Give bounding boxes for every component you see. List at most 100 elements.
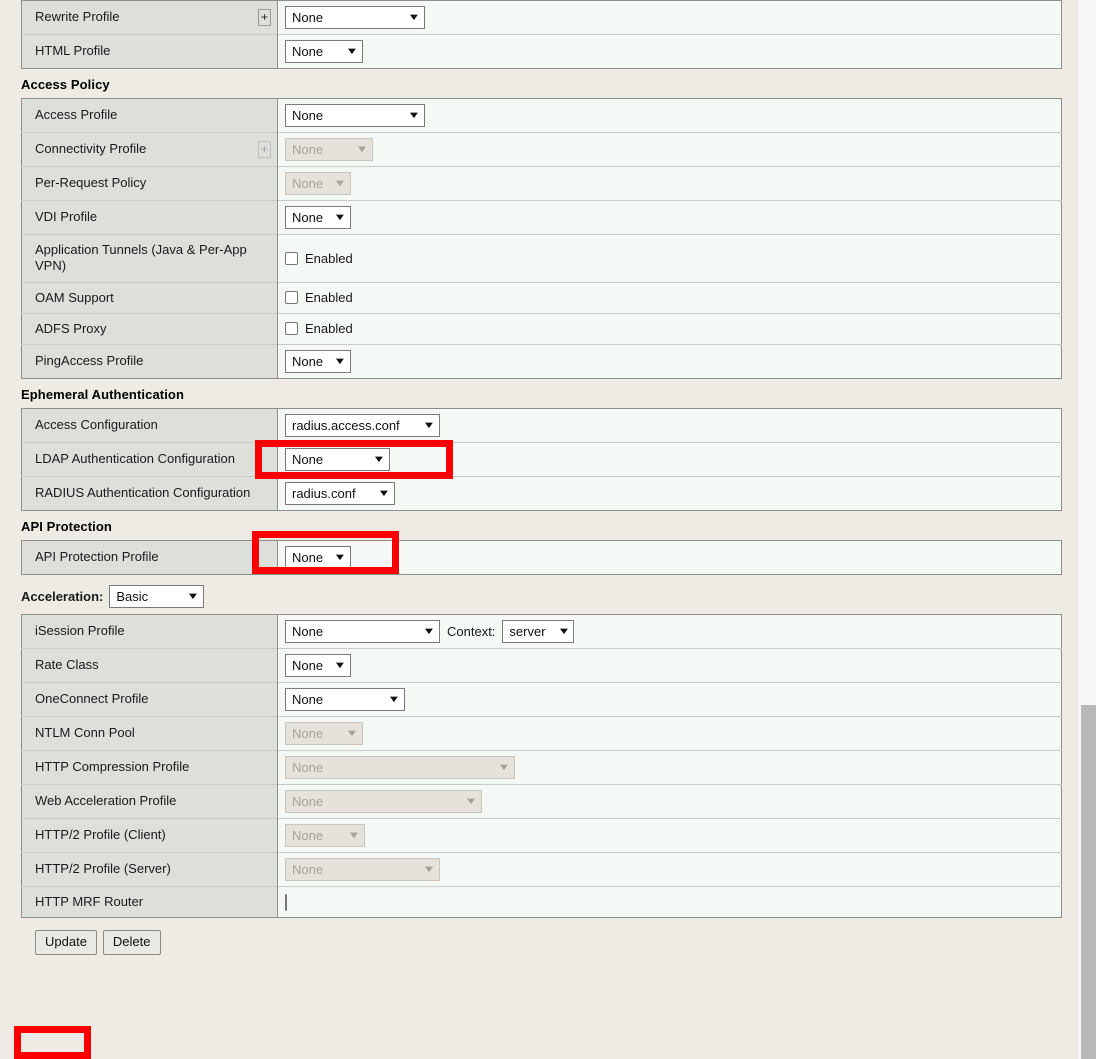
oam-support-checkbox[interactable] (285, 291, 298, 305)
http2-profile-client-select: None ▼ (285, 824, 365, 847)
left-page-gutter (0, 0, 15, 1059)
top-partial-table: Rewrite Profile + None ▼ HTML Profile No… (21, 0, 1062, 69)
adfs-proxy-checkbox[interactable] (285, 322, 298, 336)
row-label-cell: HTTP MRF Router (21, 885, 278, 918)
delete-button[interactable]: Delete (102, 930, 161, 956)
api-protection-profile-label: API Protection Profile (35, 549, 159, 565)
select-value: radius.access.conf (292, 418, 400, 433)
table-row: iSession Profile None ▼ Context: server … (21, 614, 1062, 649)
per-request-policy-select: None ▼ (285, 172, 351, 195)
row-label-cell: HTML Profile (21, 34, 278, 69)
row-label-cell: Rate Class (21, 648, 278, 683)
ldap-authentication-configuration-select[interactable]: None ▼ (285, 448, 390, 471)
row-label-cell: NTLM Conn Pool (21, 716, 278, 751)
section-title-access-policy: Access Policy (21, 77, 110, 92)
select-value: None (292, 828, 324, 843)
row-value-cell: None ▼ (277, 716, 1062, 751)
row-value-cell: None ▼ (277, 784, 1062, 819)
chevron-down-icon: ▼ (497, 761, 511, 773)
acceleration-mode-select[interactable]: Basic ▼ (109, 585, 205, 608)
chevron-down-icon: ▼ (377, 487, 391, 499)
row-value-cell: None ▼ (277, 166, 1062, 201)
row-value-cell: None ▼ (277, 344, 1062, 379)
oneconnect-profile-select[interactable]: None ▼ (285, 688, 405, 711)
select-value: None (292, 142, 324, 157)
table-row: RADIUS Authentication Configuration radi… (21, 476, 1062, 511)
row-label-cell: Per-Request Policy (21, 166, 278, 201)
chevron-down-icon: ▼ (333, 177, 347, 189)
vertical-scrollbar[interactable] (1078, 0, 1096, 1059)
select-value: None (292, 210, 324, 225)
chevron-down-icon: ▼ (345, 45, 359, 57)
row-label-cell: PingAccess Profile (21, 344, 278, 379)
row-label-cell: RADIUS Authentication Configuration (21, 476, 278, 511)
chevron-down-icon: ▼ (407, 11, 421, 23)
rate-class-select[interactable]: None ▼ (285, 654, 351, 677)
table-row: OAM Support Enabled (21, 281, 1062, 314)
radius-authentication-configuration-select[interactable]: radius.conf ▼ (285, 482, 395, 505)
connectivity-profile-label: Connectivity Profile (35, 141, 147, 157)
row-value-cell: radius.access.conf ▼ (277, 408, 1062, 443)
isession-context-select[interactable]: server ▼ (502, 620, 575, 643)
table-row: Application Tunnels (Java & Per-App VPN)… (21, 234, 1062, 282)
ntlm-conn-pool-label: NTLM Conn Pool (35, 725, 135, 741)
oam-support-enabled-label: Enabled (305, 290, 353, 306)
isession-context-label: Context: (447, 624, 496, 639)
chevron-down-icon: ▼ (345, 727, 359, 739)
table-row: Access Profile None ▼ (21, 98, 1062, 133)
pingaccess-profile-select[interactable]: None ▼ (285, 350, 351, 373)
acceleration-label: Acceleration: (21, 589, 104, 604)
rewrite-profile-select[interactable]: None ▼ (285, 6, 425, 29)
row-label-cell: Access Configuration (21, 408, 278, 443)
select-value: None (292, 108, 324, 123)
isession-profile-select[interactable]: None ▼ (285, 620, 440, 643)
rewrite-profile-add-button[interactable]: + (258, 9, 271, 26)
row-value-cell: None ▼ (277, 750, 1062, 785)
row-label-cell: VDI Profile (21, 200, 278, 235)
http-mrf-router-label: HTTP MRF Router (35, 894, 144, 909)
select-value: radius.conf (292, 486, 356, 501)
chevron-down-icon: ▼ (186, 590, 201, 602)
table-row: NTLM Conn Pool None ▼ (21, 716, 1062, 751)
table-row: LDAP Authentication Configuration None ▼ (21, 442, 1062, 477)
virtual-server-properties-page: Rewrite Profile + None ▼ HTML Profile No… (14, 0, 1078, 1059)
row-label-cell: Rewrite Profile + (21, 0, 278, 35)
rate-class-label: Rate Class (35, 657, 99, 673)
row-label-cell: Web Acceleration Profile (21, 784, 278, 819)
select-value: None (292, 794, 324, 809)
connectivity-profile-add-button[interactable]: + (258, 141, 271, 158)
chevron-down-icon: ▼ (333, 355, 347, 367)
oam-support-label: OAM Support (35, 289, 114, 305)
chevron-down-icon: ▼ (372, 453, 386, 465)
chevron-down-icon: ▼ (333, 551, 347, 563)
web-acceleration-profile-select: None ▼ (285, 790, 482, 813)
select-value: None (292, 624, 324, 639)
application-tunnels-enabled-label: Enabled (305, 250, 353, 266)
oneconnect-profile-label: OneConnect Profile (35, 691, 149, 707)
access-profile-select[interactable]: None ▼ (285, 104, 425, 127)
row-label-cell: OAM Support (21, 281, 278, 314)
select-value: None (292, 550, 324, 565)
chevron-down-icon: ▼ (355, 143, 369, 155)
api-protection-profile-select[interactable]: None ▼ (285, 546, 351, 569)
pingaccess-profile-label: PingAccess Profile (35, 353, 144, 369)
row-label-cell: LDAP Authentication Configuration (21, 442, 278, 477)
table-row: HTTP/2 Profile (Client) None ▼ (21, 818, 1062, 853)
api-protection-table: API Protection Profile None ▼ (21, 540, 1062, 575)
select-value: Basic (116, 589, 149, 604)
table-row: Rewrite Profile + None ▼ (21, 0, 1062, 35)
application-tunnels-checkbox[interactable] (285, 251, 298, 265)
row-value-cell (277, 885, 1062, 918)
access-configuration-select[interactable]: radius.access.conf ▼ (285, 414, 440, 437)
row-value-cell: None ▼ (277, 818, 1062, 853)
vdi-profile-select[interactable]: None ▼ (285, 206, 351, 229)
html-profile-select[interactable]: None ▼ (285, 40, 363, 63)
http-mrf-router-checkbox[interactable] (285, 893, 287, 911)
update-button[interactable]: Update (35, 930, 97, 956)
vertical-scrollbar-thumb[interactable] (1081, 705, 1096, 1059)
row-label-cell: HTTP Compression Profile (21, 750, 278, 785)
row-label-cell: iSession Profile (21, 614, 278, 649)
select-value: None (292, 692, 324, 707)
vdi-profile-label: VDI Profile (35, 209, 98, 225)
row-value-cell: Enabled (277, 312, 1062, 345)
